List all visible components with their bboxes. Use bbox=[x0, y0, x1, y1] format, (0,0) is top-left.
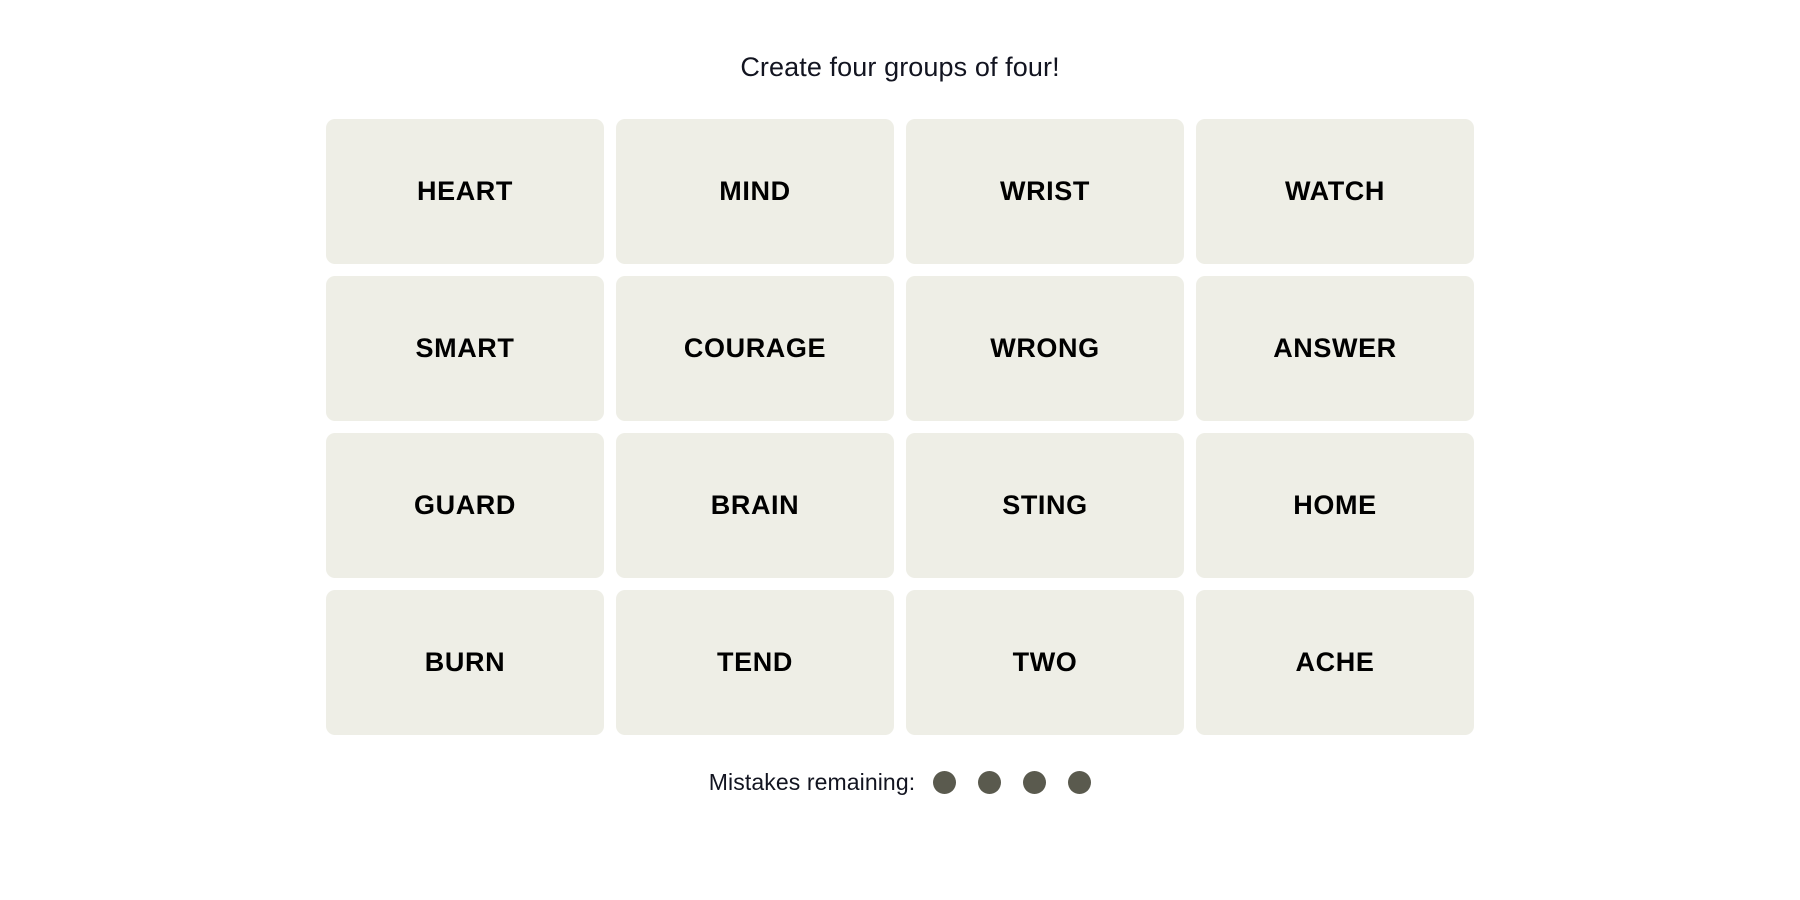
word-tile-label: BURN bbox=[424, 647, 506, 677]
word-tile-label: WRONG bbox=[990, 333, 1100, 363]
word-grid-row: GUARD BRAIN STING HOME bbox=[326, 433, 1474, 578]
word-tile-smart[interactable]: SMART bbox=[326, 276, 604, 421]
word-tile-label: BRAIN bbox=[710, 490, 800, 520]
word-tile-wrist[interactable]: WRIST bbox=[906, 119, 1184, 264]
mistake-dot-icon bbox=[1023, 771, 1047, 794]
word-grid: HEART MIND WRIST WATCH SMART COURAGE WRO… bbox=[326, 119, 1474, 735]
word-tile-label: ACHE bbox=[1295, 647, 1375, 677]
word-tile-watch[interactable]: WATCH bbox=[1196, 119, 1474, 264]
mistakes-remaining-label: Mistakes remaining: bbox=[708, 769, 916, 795]
word-tile-sting[interactable]: STING bbox=[906, 433, 1184, 578]
word-tile-label: HEART bbox=[417, 176, 513, 206]
word-tile-mind[interactable]: MIND bbox=[616, 119, 894, 264]
word-tile-label: TWO bbox=[1012, 647, 1078, 677]
page-title: Create four groups of four! bbox=[740, 52, 1060, 82]
word-tile-label: GUARD bbox=[414, 490, 516, 520]
word-tile-burn[interactable]: BURN bbox=[326, 590, 604, 735]
word-grid-row: HEART MIND WRIST WATCH bbox=[326, 119, 1474, 264]
word-grid-row: BURN TEND TWO ACHE bbox=[326, 590, 1474, 735]
word-tile-label: COURAGE bbox=[683, 333, 827, 363]
mistake-dot-icon bbox=[978, 771, 1002, 794]
word-tile-label: TEND bbox=[717, 647, 793, 677]
word-tile-two[interactable]: TWO bbox=[906, 590, 1184, 735]
word-grid-row: SMART COURAGE WRONG ANSWER bbox=[326, 276, 1474, 421]
mistakes-remaining: Mistakes remaining: bbox=[708, 769, 1092, 795]
word-tile-label: WATCH bbox=[1285, 176, 1385, 206]
word-tile-tend[interactable]: TEND bbox=[616, 590, 894, 735]
word-tile-label: HOME bbox=[1293, 490, 1377, 520]
word-tile-label: STING bbox=[1002, 490, 1088, 520]
word-tile-courage[interactable]: COURAGE bbox=[616, 276, 894, 421]
word-tile-label: MIND bbox=[719, 176, 791, 206]
word-tile-guard[interactable]: GUARD bbox=[326, 433, 604, 578]
word-tile-ache[interactable]: ACHE bbox=[1196, 590, 1474, 735]
word-tile-wrong[interactable]: WRONG bbox=[906, 276, 1184, 421]
word-tile-heart[interactable]: HEART bbox=[326, 119, 604, 264]
connections-game: Create four groups of four! HEART MIND W… bbox=[0, 0, 1800, 900]
word-tile-answer[interactable]: ANSWER bbox=[1196, 276, 1474, 421]
word-tile-label: ANSWER bbox=[1273, 333, 1397, 363]
word-tile-label: WRIST bbox=[1000, 176, 1090, 206]
word-tile-brain[interactable]: BRAIN bbox=[616, 433, 894, 578]
word-tile-home[interactable]: HOME bbox=[1196, 433, 1474, 578]
mistake-dot-icon bbox=[1068, 771, 1092, 794]
mistakes-dot-group bbox=[933, 771, 1092, 794]
word-tile-label: SMART bbox=[415, 333, 515, 363]
mistake-dot-icon bbox=[933, 771, 957, 794]
